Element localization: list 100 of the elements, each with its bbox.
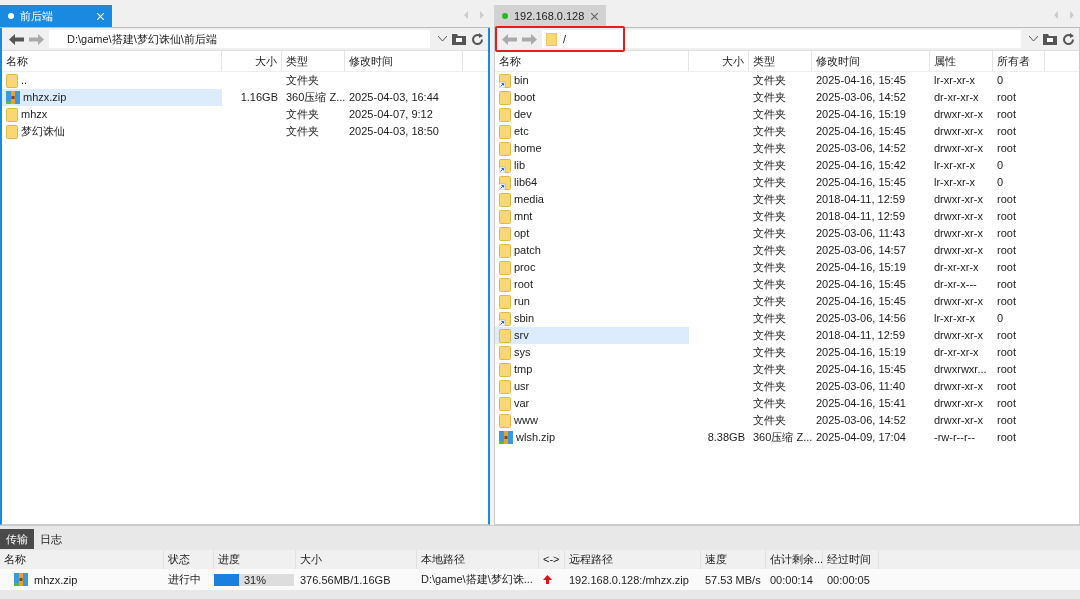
column-header[interactable]: 名称 [2,51,222,71]
folder-icon [499,328,511,343]
type-cell-text: 文件夹 [285,124,320,139]
attrs-cell-text: dr-xr-xr-x [933,90,980,105]
file-name-cell[interactable]: patch [495,242,689,259]
dropdown-icon[interactable] [438,36,447,42]
owner-cell-text: root [996,192,1017,207]
folder-icon [499,260,511,275]
file-name-cell[interactable]: usr [495,378,689,395]
folder-icon [499,107,511,122]
file-name-cell[interactable]: wlsh.zip [495,429,689,446]
file-name-cell[interactable]: sbin [495,310,689,327]
type-cell-text: 文件夹 [752,90,787,105]
file-name-cell[interactable]: opt [495,225,689,242]
type-cell-text: 文件夹 [752,413,787,428]
attrs-cell-text: lr-xr-xr-x [933,158,976,173]
attrs-cell-text: drwxr-xr-x [933,294,984,309]
speed-cell-text: 57.53 MB/s [704,573,762,586]
file-name-cell[interactable]: home [495,140,689,157]
file-name-cell[interactable]: root [495,276,689,293]
file-name-cell[interactable]: boot [495,89,689,106]
folder-icon [499,90,511,105]
file-name-cell[interactable]: etc [495,123,689,140]
path-field[interactable]: / [542,30,1021,48]
folder-icon[interactable] [1043,33,1057,45]
attrs-cell-text: drwxr-xr-x [933,226,984,241]
modified-cell-text: 2025-03-06, 14:52 [815,413,907,428]
folder-shortcut-icon [499,311,511,326]
tab[interactable]: 前后端 [0,5,112,27]
attrs-cell-text: lr-xr-xr-x [933,175,976,190]
file-name-cell[interactable]: dev [495,106,689,123]
type-cell-text: 文件夹 [752,277,787,292]
folder-icon [499,277,511,292]
modified-cell-text: 2025-03-06, 14:52 [815,90,907,105]
owner-cell-text: root [996,396,1017,411]
file-name-cell[interactable]: sys [495,344,689,361]
file-name-cell[interactable]: media [495,191,689,208]
folder-icon [6,73,18,88]
folder-icon [499,192,511,207]
size-cell-text: 8.38GB [706,430,746,445]
file-name-cell[interactable]: tmp [495,361,689,378]
folder-icon [499,362,511,377]
type-cell-text: 文件夹 [752,107,787,122]
column-header[interactable]: 类型 [749,51,812,71]
close-icon[interactable] [591,12,598,20]
attrs-cell-text: drwxr-xr-x [933,243,984,258]
type-cell-text: 文件夹 [752,158,787,173]
file-name-cell[interactable]: .. [2,72,222,89]
file-name-cell[interactable]: lib64 [495,174,689,191]
folder-icon [499,124,511,139]
dropdown-icon[interactable] [1029,36,1038,42]
owner-cell-text: root [996,294,1017,309]
file-name-cell[interactable]: mnt [495,208,689,225]
attrs-cell-text: drwxr-xr-x [933,413,984,428]
local-path-cell-text: D:\game\搭建\梦幻诛... [420,572,534,587]
folder-icon [499,345,511,360]
file-name-cell[interactable]: 梦幻诛仙 [2,123,222,140]
modified-cell-text: 2018-04-11, 12:59 [815,328,907,343]
folder-shortcut-icon [499,73,511,88]
modified-cell-text: 2025-04-16, 15:45 [815,362,907,377]
file-name-cell[interactable]: proc [495,259,689,276]
modified-cell-text: 2025-04-16, 15:45 [815,124,907,139]
file-name-cell[interactable]: mhzx [2,106,222,123]
remote-path-cell-text: 192.168.0.128:/mhzx.zip [568,573,690,586]
column-header[interactable]: 类型 [282,51,345,71]
column-header[interactable]: 修改时间 [812,51,930,71]
type-cell-text: 文件夹 [752,243,787,258]
file-name-cell[interactable]: mhzx.zip [2,89,222,106]
type-cell-text: 文件夹 [752,311,787,326]
modified-cell-text: 2025-03-06, 14:56 [815,311,907,326]
modified-cell-text: 2025-04-16, 15:19 [815,345,907,360]
back-icon[interactable] [9,33,24,45]
column-header[interactable]: 名称 [495,51,689,71]
column-header[interactable]: 大小 [689,51,749,71]
file-name-cell[interactable]: srv [495,327,689,344]
attrs-cell-text: -rw-r--r-- [933,430,976,445]
file-name-cell[interactable]: bin [495,72,689,89]
size-cell-text: 376.56MB/1.16GB [299,573,392,586]
file-name-cell[interactable]: run [495,293,689,310]
type-cell-text: 文件夹 [752,192,787,207]
column-header[interactable]: 修改时间 [345,51,463,71]
type-cell-text: 文件夹 [752,124,787,139]
tab[interactable]: 192.168.0.128 [494,5,606,27]
modified-cell-text: 2018-04-11, 12:59 [815,192,907,207]
file-name-cell[interactable]: www [495,412,689,429]
archive-icon [499,431,513,444]
type-cell-text: 文件夹 [752,379,787,394]
file-name-cell[interactable]: lib [495,157,689,174]
panel-tab[interactable]: 传输 [0,529,34,549]
column-header[interactable]: 大小 [222,51,282,71]
type-cell-text: 文件夹 [285,73,320,88]
refresh-icon[interactable] [1062,32,1075,46]
column-header[interactable]: 属性 [930,51,993,71]
panel-tab[interactable]: 日志 [34,529,68,549]
folder-icon[interactable] [452,33,466,45]
column-header[interactable]: 所有者 [993,51,1045,71]
refresh-icon[interactable] [471,32,484,46]
path-field[interactable]: D:\game\搭建\梦幻诛仙\前后端 [49,30,430,48]
file-name-cell[interactable]: var [495,395,689,412]
type-cell-text: 文件夹 [752,226,787,241]
